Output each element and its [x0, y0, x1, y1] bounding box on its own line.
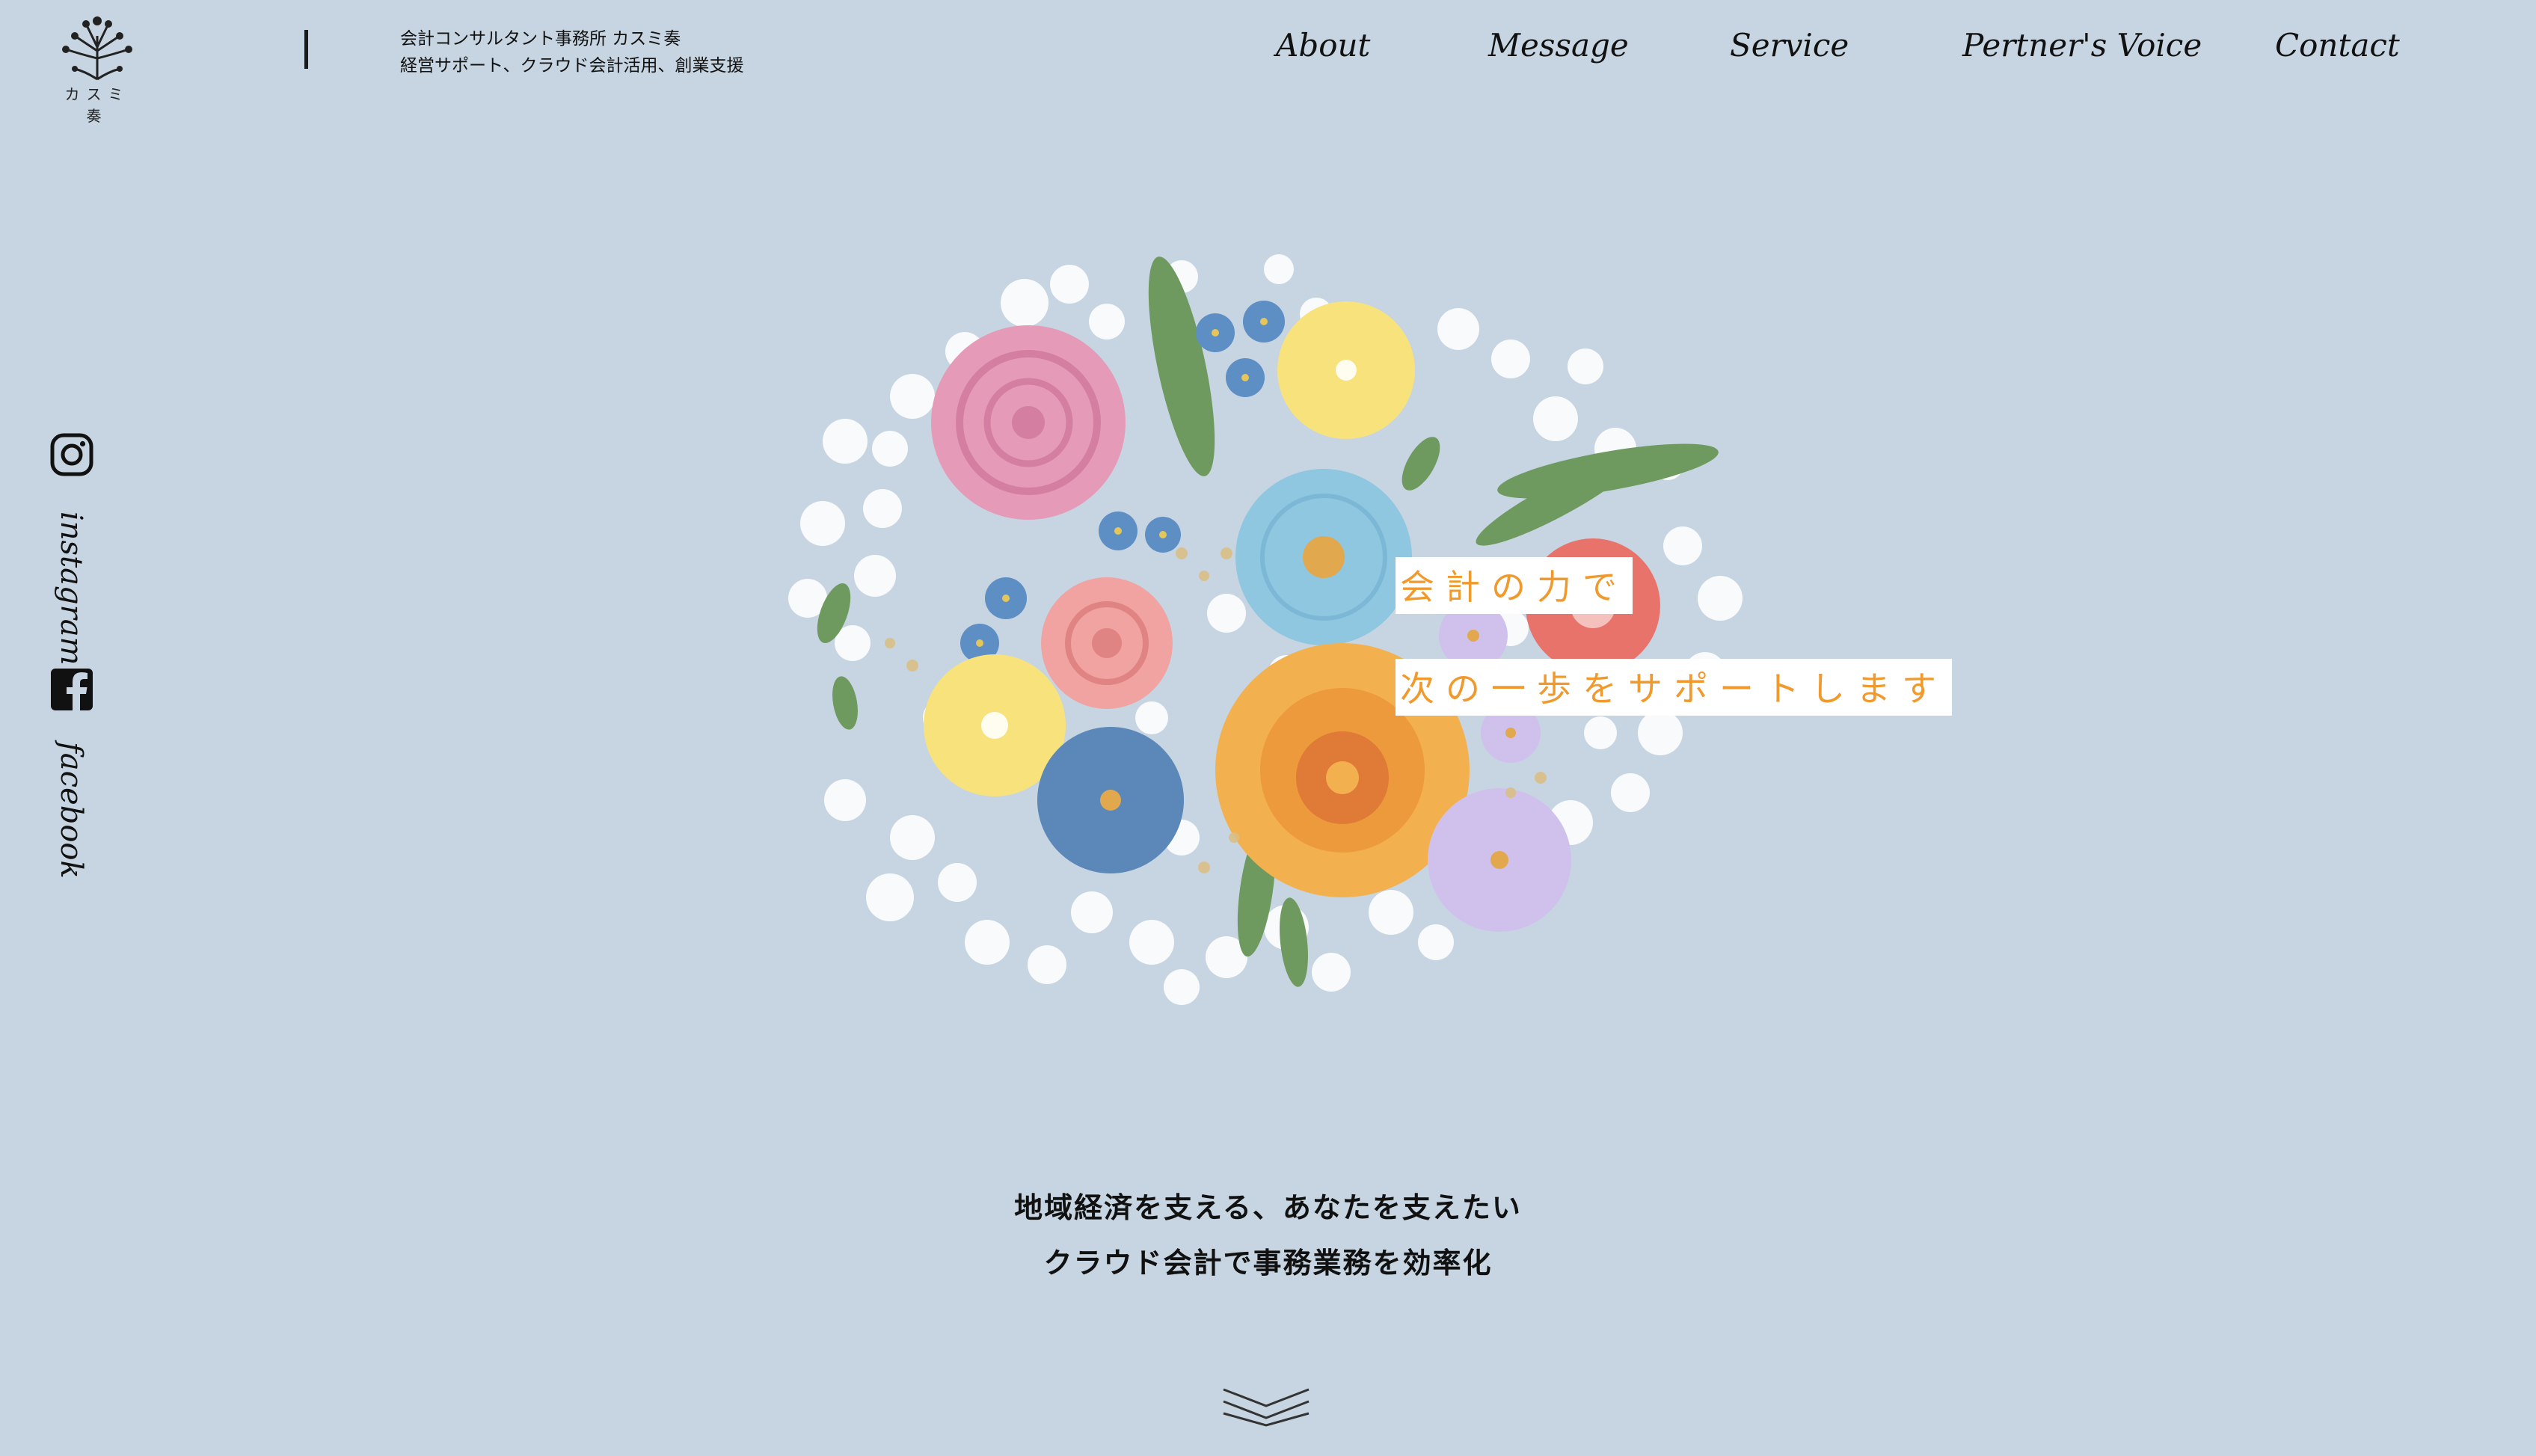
lead-text-line-2: クラウド会計で事務業務を効率化: [1043, 1247, 1493, 1280]
tagline-line-2: 経営サポート、クラウド会計活用、創業支援: [400, 56, 744, 76]
header-tagline: 会計コンサルタント事務所 カスミ奏 経営サポート、クラウド会計活用、創業支援: [400, 25, 744, 79]
blue-flower: [1037, 727, 1184, 873]
nav-contact[interactable]: Contact: [2275, 27, 2400, 64]
tagline-line-1: 会計コンサルタント事務所 カスミ奏: [400, 29, 681, 49]
nav-about[interactable]: About: [1276, 27, 1370, 64]
instagram-icon: [50, 433, 93, 476]
coral-rose: [1041, 577, 1173, 709]
facebook-label[interactable]: facebook: [54, 742, 88, 879]
yellow-flower-top: [1277, 301, 1415, 439]
flower-bouquet-illustration: [788, 254, 1743, 1005]
pink-rose: [931, 325, 1126, 520]
facebook-icon: [51, 669, 93, 712]
logo-text: カスミ奏: [64, 85, 130, 125]
header-divider: [304, 30, 308, 69]
hero-headline-line-1: 会計の力で: [1396, 557, 1633, 614]
instagram-label[interactable]: instagram: [54, 512, 88, 666]
hero-headline-line-2: 次の一歩をサポートします: [1396, 659, 1952, 716]
logo[interactable]: カスミ奏: [52, 13, 142, 125]
scroll-down-chevron-icon[interactable]: [1221, 1385, 1312, 1428]
light-blue-daisy: [1235, 469, 1412, 645]
nav-service[interactable]: Service: [1730, 27, 1849, 64]
logo-tree-icon: [62, 16, 132, 81]
facebook-link[interactable]: [49, 667, 94, 715]
site-header: カスミ奏 会計コンサルタント事務所 カスミ奏 経営サポート、クラウド会計活用、創…: [0, 0, 2536, 125]
nav-partners-voice[interactable]: Pertner's Voice: [1962, 27, 2202, 64]
nav-message[interactable]: Message: [1488, 27, 1629, 64]
lead-text-line-1: 地域経済を支える、あなたを支えたい: [1014, 1191, 1522, 1224]
instagram-link[interactable]: [49, 432, 94, 480]
